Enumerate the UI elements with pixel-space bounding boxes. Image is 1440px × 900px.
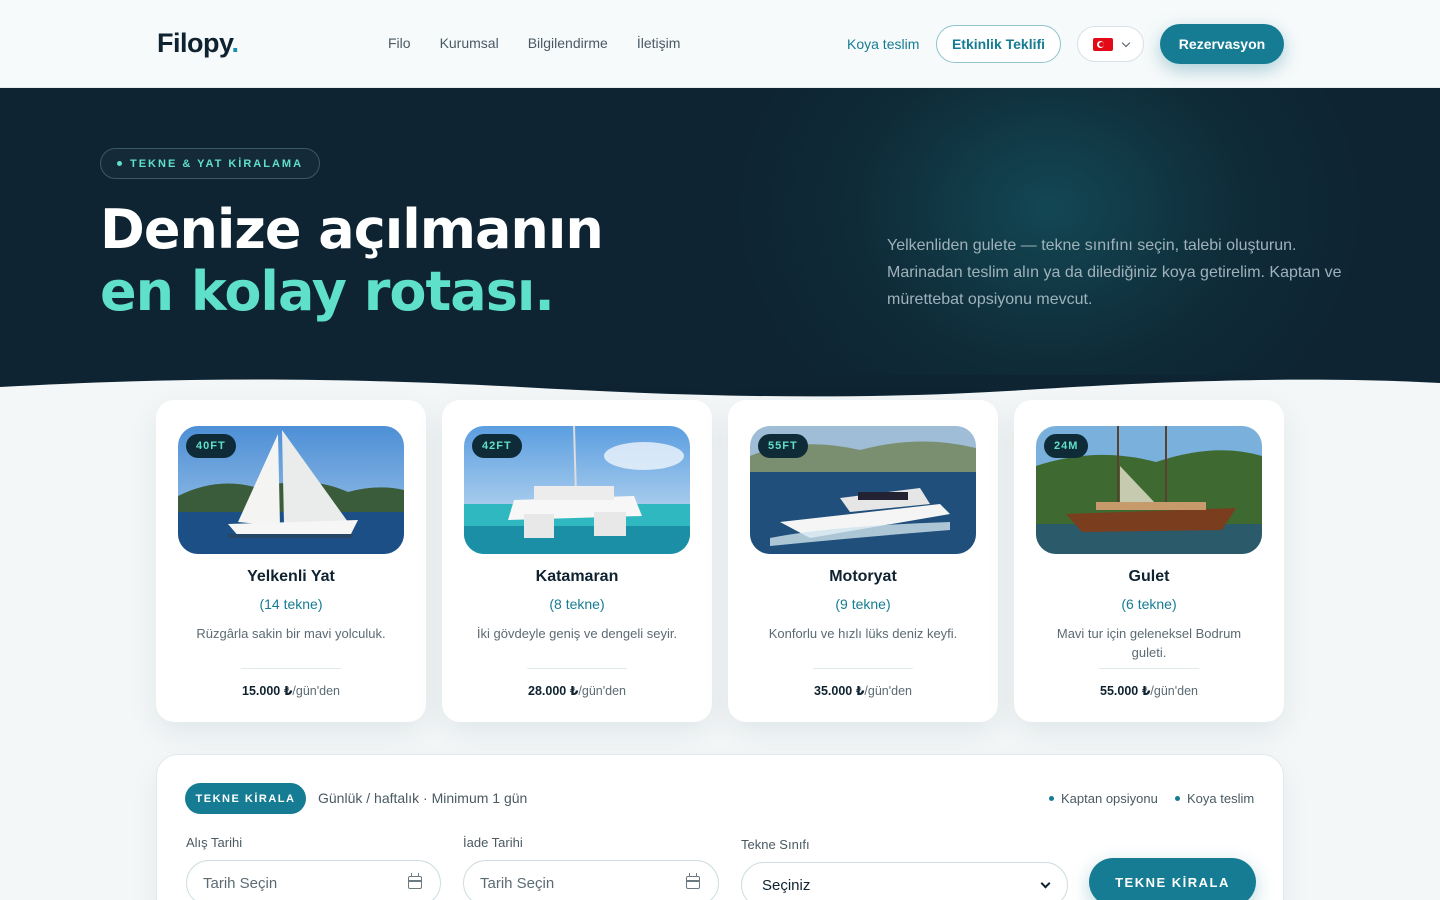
card-title: Yelkenli Yat xyxy=(247,568,335,585)
nav-item-kurumsal[interactable]: Kurumsal xyxy=(440,35,499,51)
card-divider xyxy=(1099,668,1199,669)
price-unit: /gün'den xyxy=(578,684,626,698)
turkey-flag-icon xyxy=(1092,37,1113,51)
hero-title-line2: en kolay rotası. xyxy=(100,260,555,323)
price-value: 28.000 ₺ xyxy=(528,684,579,698)
boat-card-motoryat[interactable]: 55FT Motoryat (9 tekne) Konforlu ve hızl… xyxy=(728,400,998,722)
size-tag: 24M xyxy=(1044,434,1089,458)
card-description: Konforlu ve hızlı lüks deniz keyfi. xyxy=(768,626,958,641)
booking-form: TEKNE KİRALA Günlük / haftalık · Minimum… xyxy=(156,754,1284,900)
boat-class-select[interactable]: Seçiniz xyxy=(741,862,1068,900)
card-title: Katamaran xyxy=(535,568,619,585)
nav-item-bilgilendirme[interactable]: Bilgilendirme xyxy=(528,35,608,51)
boat-card-yelkenli[interactable]: 40FT Yelkenli Yat (14 tekne) Rüzgârla sa… xyxy=(156,400,426,722)
main-nav: Filo Kurumsal Bilgilendirme İletişim xyxy=(388,35,680,51)
option-label: Kaptan opsiyonu xyxy=(1061,791,1158,806)
price-value: 55.000 ₺ xyxy=(1100,684,1151,698)
pickup-date-field[interactable]: Tarih Seçin xyxy=(186,860,441,900)
etkinlik-teklifi-button[interactable]: Etkinlik Teklifi xyxy=(936,25,1061,63)
card-title: Gulet xyxy=(1128,568,1170,585)
logo-text: Filopy xyxy=(157,28,232,58)
size-tag: 40FT xyxy=(186,434,236,458)
card-divider xyxy=(241,668,341,669)
card-price: 28.000 ₺/gün'den xyxy=(442,683,712,698)
calendar-icon xyxy=(686,873,700,889)
booking-subtitle: Günlük / haftalık · Minimum 1 gün xyxy=(318,790,528,806)
calendar-icon xyxy=(408,873,422,889)
price-unit: /gün'den xyxy=(864,684,912,698)
option-label: Koya teslim xyxy=(1187,791,1255,806)
card-description: Mavi tur için geleneksel Bodrum guleti. xyxy=(1056,626,1242,660)
hero-badge: TEKNE & YAT KİRALAMA xyxy=(100,148,321,179)
price-value: 15.000 ₺ xyxy=(242,684,293,698)
card-divider xyxy=(527,668,627,669)
language-selector[interactable] xyxy=(1077,26,1144,62)
logo[interactable]: Filopy. xyxy=(157,28,239,59)
hero-description: Yelkenliden gulete — tekne sınıfını seçi… xyxy=(887,237,1342,308)
nav-item-iletisim[interactable]: İletişim xyxy=(637,35,681,51)
size-tag: 55FT xyxy=(758,434,808,458)
chevron-down-icon xyxy=(1040,878,1051,889)
boat-class-label: Tekne Sınıfı xyxy=(741,837,810,852)
tekne-kirala-pill: TEKNE KİRALA xyxy=(185,783,306,814)
card-count: (9 tekne) xyxy=(835,596,891,612)
price-unit: /gün'den xyxy=(292,684,340,698)
card-count: (6 tekne) xyxy=(1121,596,1177,612)
card-count: (14 tekne) xyxy=(259,596,323,612)
size-tag: 42FT xyxy=(472,434,522,458)
price-value: 35.000 ₺ xyxy=(814,684,865,698)
logo-dot: . xyxy=(231,28,240,58)
card-title: Motoryat xyxy=(829,568,897,585)
chevron-down-icon xyxy=(1121,38,1130,47)
option-koya: Koya teslim xyxy=(1175,791,1254,806)
return-date-placeholder: Tarih Seçin xyxy=(480,874,555,892)
card-price: 35.000 ₺/gün'den xyxy=(728,683,998,698)
option-dot-icon xyxy=(1175,796,1180,801)
return-date-field[interactable]: Tarih Seçin xyxy=(463,860,719,900)
pickup-date-label: Alış Tarihi xyxy=(186,835,243,850)
rezervasyon-button[interactable]: Rezervasyon xyxy=(1160,24,1284,64)
tekne-kirala-submit-button[interactable]: TEKNE KİRALA xyxy=(1089,858,1256,900)
return-date-label: İade Tarihi xyxy=(463,835,523,850)
card-price: 15.000 ₺/gün'den xyxy=(156,683,426,698)
site-header: Filopy. Filo Kurumsal Bilgilendirme İlet… xyxy=(0,0,1440,88)
card-divider xyxy=(813,668,913,669)
card-description: İki gövdeyle geniş ve dengeli seyir. xyxy=(476,626,678,641)
boat-card-katamaran[interactable]: 42FT Katamaran (8 tekne) İki gövdeyle ge… xyxy=(442,400,712,722)
boat-class-value: Seçiniz xyxy=(762,876,811,894)
hero-badge-text: TEKNE & YAT KİRALAMA xyxy=(130,157,304,170)
price-unit: /gün'den xyxy=(1150,684,1198,698)
option-dot-icon xyxy=(1049,796,1054,801)
card-count: (8 tekne) xyxy=(549,596,605,612)
option-kaptan: Kaptan opsiyonu xyxy=(1049,791,1158,806)
card-description: Rüzgârla sakin bir mavi yolculuk. xyxy=(196,626,386,641)
koya-teslim-link[interactable]: Koya teslim xyxy=(847,36,919,52)
pickup-date-placeholder: Tarih Seçin xyxy=(203,874,278,892)
badge-dot-icon xyxy=(117,161,122,166)
boat-card-gulet[interactable]: 24M Gulet (6 tekne) Mavi tur için gelene… xyxy=(1014,400,1284,722)
card-price: 55.000 ₺/gün'den xyxy=(1014,683,1284,698)
nav-item-filo[interactable]: Filo xyxy=(388,35,411,51)
hero-title-line1: Denize açılmanın xyxy=(100,198,604,261)
